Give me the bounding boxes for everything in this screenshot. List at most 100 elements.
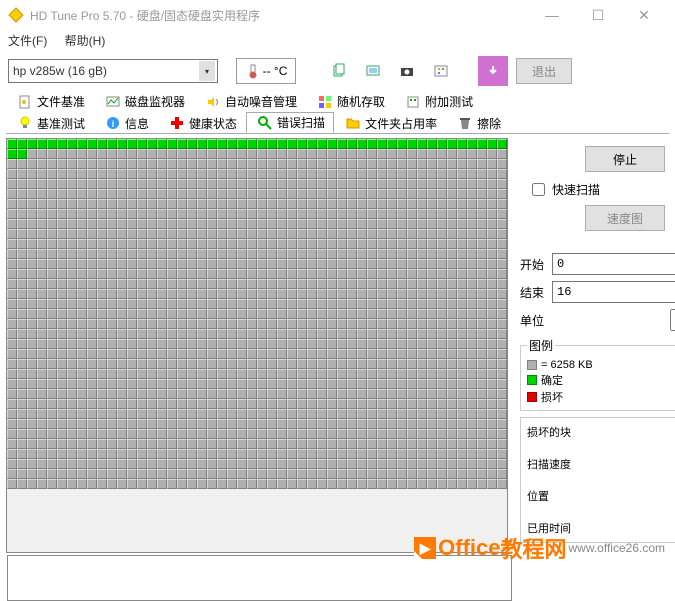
camera-button[interactable] bbox=[392, 56, 422, 86]
tab-error-scan[interactable]: 错误扫描 bbox=[246, 112, 334, 133]
grid-cell bbox=[197, 409, 207, 419]
save-button[interactable] bbox=[478, 56, 508, 86]
grid-cell bbox=[167, 479, 177, 489]
grid-cell bbox=[77, 189, 87, 199]
grid-cell bbox=[237, 219, 247, 229]
grid-cell bbox=[137, 439, 147, 449]
tab-disk-monitor[interactable]: 磁盘监视器 bbox=[94, 90, 194, 112]
grid-cell bbox=[357, 429, 367, 439]
device-dropdown[interactable]: hp v285w (16 gB) ▾ bbox=[8, 59, 218, 83]
grid-cell bbox=[287, 409, 297, 419]
tab-benchmark[interactable]: 基准测试 bbox=[6, 112, 94, 133]
grid-cell bbox=[327, 139, 337, 149]
grid-cell bbox=[467, 269, 477, 279]
grid-cell bbox=[397, 429, 407, 439]
grid-cell bbox=[297, 269, 307, 279]
grid-cell bbox=[47, 259, 57, 269]
grid-cell bbox=[437, 329, 447, 339]
grid-cell bbox=[387, 439, 397, 449]
tab-erase[interactable]: 擦除 bbox=[446, 112, 510, 133]
quick-scan-checkbox[interactable]: 快速扫描 bbox=[528, 180, 675, 199]
grid-cell bbox=[87, 169, 97, 179]
start-input[interactable] bbox=[552, 253, 675, 275]
grid-cell bbox=[307, 219, 317, 229]
grid-cell bbox=[297, 409, 307, 419]
grid-cell bbox=[437, 169, 447, 179]
grid-cell bbox=[97, 179, 107, 189]
grid-cell bbox=[267, 199, 277, 209]
grid-cell bbox=[57, 199, 67, 209]
grid-cell bbox=[227, 349, 237, 359]
exit-button[interactable]: 退出 bbox=[516, 58, 572, 84]
grid-cell bbox=[67, 169, 77, 179]
stop-button[interactable]: 停止 bbox=[585, 146, 665, 172]
grid-cell bbox=[217, 269, 227, 279]
grid-cell bbox=[117, 429, 127, 439]
grid-cell bbox=[77, 479, 87, 489]
tab-folder-usage[interactable]: 文件夹占用率 bbox=[334, 112, 446, 133]
grid-cell bbox=[107, 189, 117, 199]
menu-help[interactable]: 帮助(H) bbox=[65, 34, 106, 48]
grid-cell bbox=[417, 179, 427, 189]
grid-cell bbox=[37, 359, 47, 369]
grid-cell bbox=[117, 199, 127, 209]
grid-cell bbox=[297, 419, 307, 429]
grid-cell bbox=[407, 259, 417, 269]
grid-cell bbox=[347, 159, 357, 169]
end-input[interactable] bbox=[552, 281, 675, 303]
grid-cell bbox=[47, 189, 57, 199]
grid-cell bbox=[357, 199, 367, 209]
grid-cell bbox=[47, 229, 57, 239]
grid-cell bbox=[297, 449, 307, 459]
grid-cell bbox=[27, 259, 37, 269]
tab-random-access[interactable]: 随机存取 bbox=[306, 90, 394, 112]
screenshot-button[interactable] bbox=[358, 56, 388, 86]
tab-health[interactable]: 健康状态 bbox=[158, 112, 246, 133]
tab-info[interactable]: i信息 bbox=[94, 112, 158, 133]
settings-button[interactable] bbox=[426, 56, 456, 86]
menu-file[interactable]: 文件(F) bbox=[8, 34, 47, 48]
grid-cell bbox=[387, 369, 397, 379]
grid-cell bbox=[247, 349, 257, 359]
grid-cell bbox=[37, 479, 47, 489]
tab-file-benchmark[interactable]: 文件基准 bbox=[6, 90, 94, 112]
grid-cell bbox=[407, 299, 417, 309]
close-button[interactable]: ✕ bbox=[621, 0, 667, 30]
grid-cell bbox=[17, 289, 27, 299]
grid-cell bbox=[297, 339, 307, 349]
grid-cell bbox=[237, 319, 247, 329]
grid-cell bbox=[417, 159, 427, 169]
grid-cell bbox=[307, 159, 317, 169]
grid-cell bbox=[387, 459, 397, 469]
grid-cell bbox=[127, 319, 137, 329]
grid-cell bbox=[87, 269, 97, 279]
grid-cell bbox=[427, 429, 437, 439]
unit-select[interactable]: gB bbox=[670, 309, 675, 331]
grid-cell bbox=[127, 439, 137, 449]
grid-cell bbox=[447, 239, 457, 249]
grid-cell bbox=[137, 329, 147, 339]
maximize-button[interactable]: ☐ bbox=[575, 0, 621, 30]
grid-cell bbox=[487, 439, 497, 449]
grid-cell bbox=[447, 359, 457, 369]
minimize-button[interactable]: — bbox=[529, 0, 575, 30]
grid-cell bbox=[97, 239, 107, 249]
tab-aam[interactable]: 自动噪音管理 bbox=[194, 90, 306, 112]
grid-cell bbox=[327, 179, 337, 189]
grid-cell bbox=[247, 379, 257, 389]
grid-cell bbox=[407, 369, 417, 379]
grid-cell bbox=[17, 179, 27, 189]
grid-cell bbox=[307, 179, 317, 189]
grid-cell bbox=[87, 279, 97, 289]
copy-button[interactable] bbox=[324, 56, 354, 86]
grid-cell bbox=[427, 229, 437, 239]
tab-extra-tests[interactable]: 附加测试 bbox=[394, 90, 482, 112]
grid-cell bbox=[487, 369, 497, 379]
grid-cell bbox=[337, 269, 347, 279]
grid-cell bbox=[57, 239, 67, 249]
grid-cell bbox=[257, 299, 267, 309]
grid-cell bbox=[267, 439, 277, 449]
grid-cell bbox=[347, 349, 357, 359]
grid-cell bbox=[287, 319, 297, 329]
grid-cell bbox=[407, 379, 417, 389]
